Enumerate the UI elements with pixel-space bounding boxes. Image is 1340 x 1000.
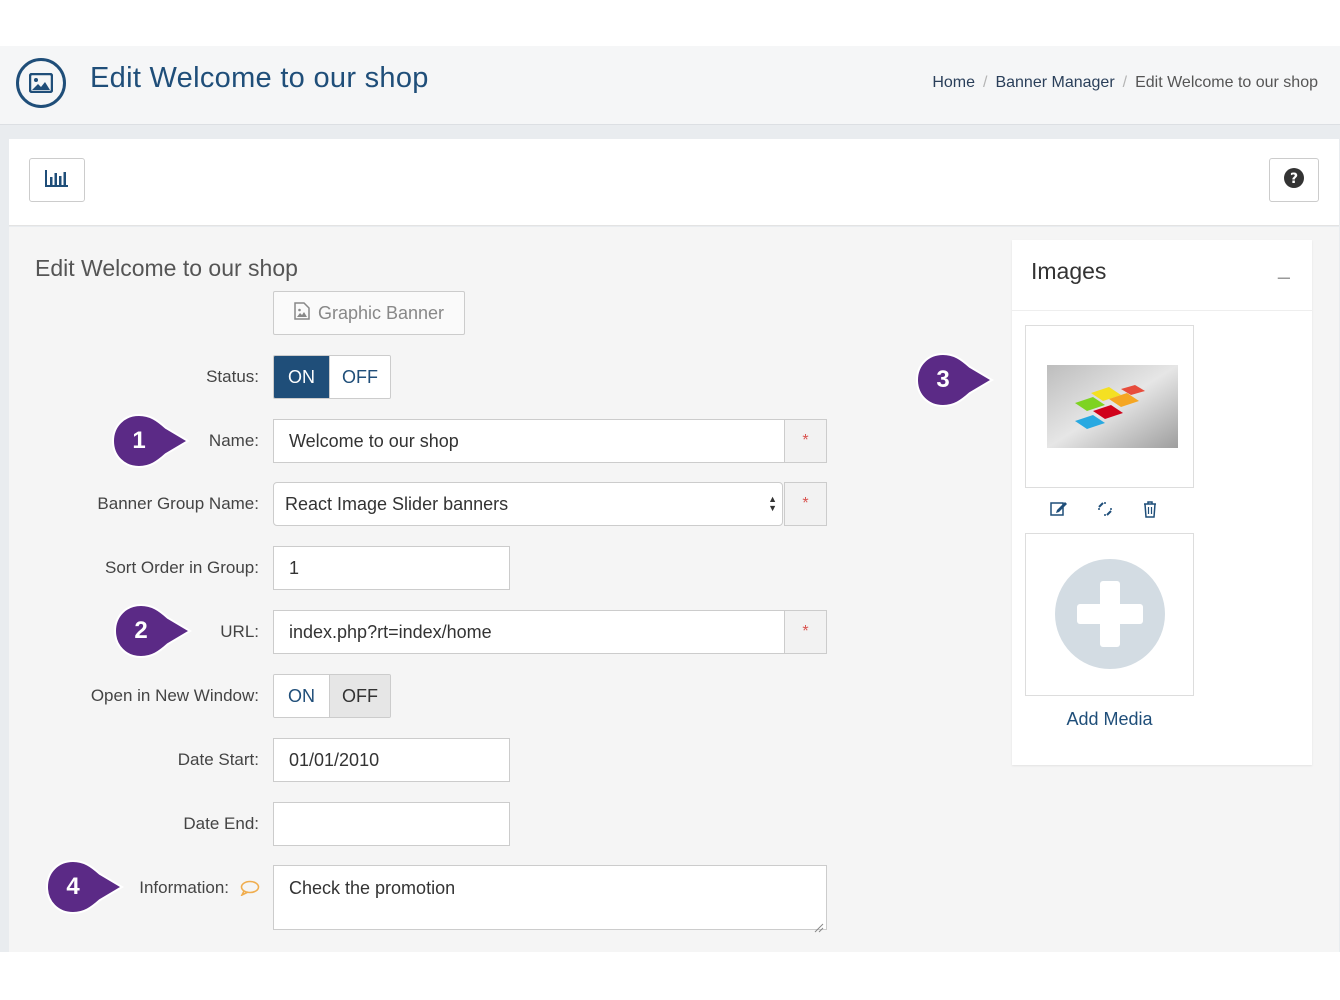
image-icon xyxy=(16,58,66,108)
stats-button[interactable] xyxy=(29,158,85,202)
banner-image-thumbnail[interactable] xyxy=(1025,325,1194,488)
name-label: Name: xyxy=(208,431,259,450)
breadcrumb-separator: / xyxy=(1122,74,1128,91)
trash-icon[interactable] xyxy=(1142,500,1158,523)
marker-number: 3 xyxy=(936,366,950,393)
bar-chart-icon xyxy=(44,168,70,193)
banner-type-button[interactable]: Graphic Banner xyxy=(273,291,465,335)
images-panel: Images – Add Media xyxy=(1012,240,1312,765)
collapse-icon[interactable]: – xyxy=(1278,264,1290,290)
status-toggle[interactable]: ON OFF xyxy=(273,355,391,399)
comment-icon xyxy=(240,880,260,901)
svg-text:?: ? xyxy=(1290,171,1298,187)
annotation-marker-4: 4 xyxy=(44,858,124,916)
name-required: * xyxy=(784,419,827,463)
resize-handle-icon[interactable] xyxy=(814,917,824,933)
help-button[interactable]: ? xyxy=(1269,158,1319,202)
form-content: Edit Welcome to our shop Graphic Banner … xyxy=(9,227,1339,952)
sort-order-input[interactable]: 1 xyxy=(273,546,510,590)
edit-icon[interactable] xyxy=(1050,500,1068,523)
sort-order-label: Sort Order in Group: xyxy=(104,558,259,577)
date-start-input[interactable]: 01/01/2010 xyxy=(273,738,510,782)
new-window-on[interactable]: ON xyxy=(274,675,329,717)
annotation-marker-1: 1 xyxy=(110,412,190,470)
information-label: Information: xyxy=(139,878,229,897)
url-label: URL: xyxy=(220,622,259,641)
information-textarea[interactable]: Check the promotion xyxy=(273,865,827,933)
new-window-toggle[interactable]: ON OFF xyxy=(273,674,391,718)
date-end-label: Date End: xyxy=(183,814,259,833)
date-start-label: Date Start: xyxy=(177,750,259,769)
banner-group-required: * xyxy=(784,482,827,526)
image-actions xyxy=(1050,500,1158,523)
breadcrumb: Home / Banner Manager / Edit Welcome to … xyxy=(932,74,1318,92)
add-media-label[interactable]: Add Media xyxy=(1025,709,1194,730)
date-end-input[interactable] xyxy=(273,802,510,846)
add-media-tile[interactable] xyxy=(1025,533,1194,696)
url-input[interactable]: index.php?rt=index/home xyxy=(273,610,785,654)
banner-type-label: Graphic Banner xyxy=(317,302,445,323)
select-arrows-icon: ▲ ▼ xyxy=(768,494,777,513)
status-off[interactable]: OFF xyxy=(329,356,390,398)
new-window-label: Open in New Window: xyxy=(90,686,259,705)
images-title: Images xyxy=(1031,258,1107,284)
information-value: Check the promotion xyxy=(289,878,456,898)
plus-circle-icon xyxy=(1055,559,1165,669)
images-panel-header: Images – xyxy=(1012,240,1312,311)
banner-group-value: React Image Slider banners xyxy=(285,493,509,514)
status-on[interactable]: ON xyxy=(274,356,329,398)
form-title: Edit Welcome to our shop xyxy=(35,255,298,281)
breadcrumb-home[interactable]: Home xyxy=(932,74,975,92)
file-image-icon xyxy=(294,301,310,325)
unlink-icon[interactable] xyxy=(1096,500,1114,523)
breadcrumb-current: Edit Welcome to our shop xyxy=(1135,74,1318,91)
toolbar: ? xyxy=(9,139,1339,226)
breadcrumb-separator: / xyxy=(983,74,988,91)
banner-group-select[interactable]: React Image Slider banners ▲ ▼ xyxy=(273,482,783,526)
name-input[interactable]: Welcome to our shop xyxy=(273,419,785,463)
page: Edit Welcome to our shop Home / Banner M… xyxy=(0,46,1340,952)
breadcrumb-banner-manager[interactable]: Banner Manager xyxy=(995,74,1114,92)
status-label: Status: xyxy=(206,367,259,386)
marker-number: 4 xyxy=(66,873,80,900)
marker-number: 2 xyxy=(134,617,148,644)
page-header: Edit Welcome to our shop Home / Banner M… xyxy=(0,46,1340,125)
annotation-marker-2: 2 xyxy=(112,602,192,660)
banner-group-label: Banner Group Name: xyxy=(97,494,259,513)
question-icon: ? xyxy=(1283,167,1305,194)
banner-image xyxy=(1047,365,1178,448)
url-required: * xyxy=(784,610,827,654)
new-window-off[interactable]: OFF xyxy=(329,675,390,717)
marker-number: 1 xyxy=(132,427,146,454)
annotation-marker-3: 3 xyxy=(914,351,994,409)
page-title: Edit Welcome to our shop xyxy=(90,62,429,94)
